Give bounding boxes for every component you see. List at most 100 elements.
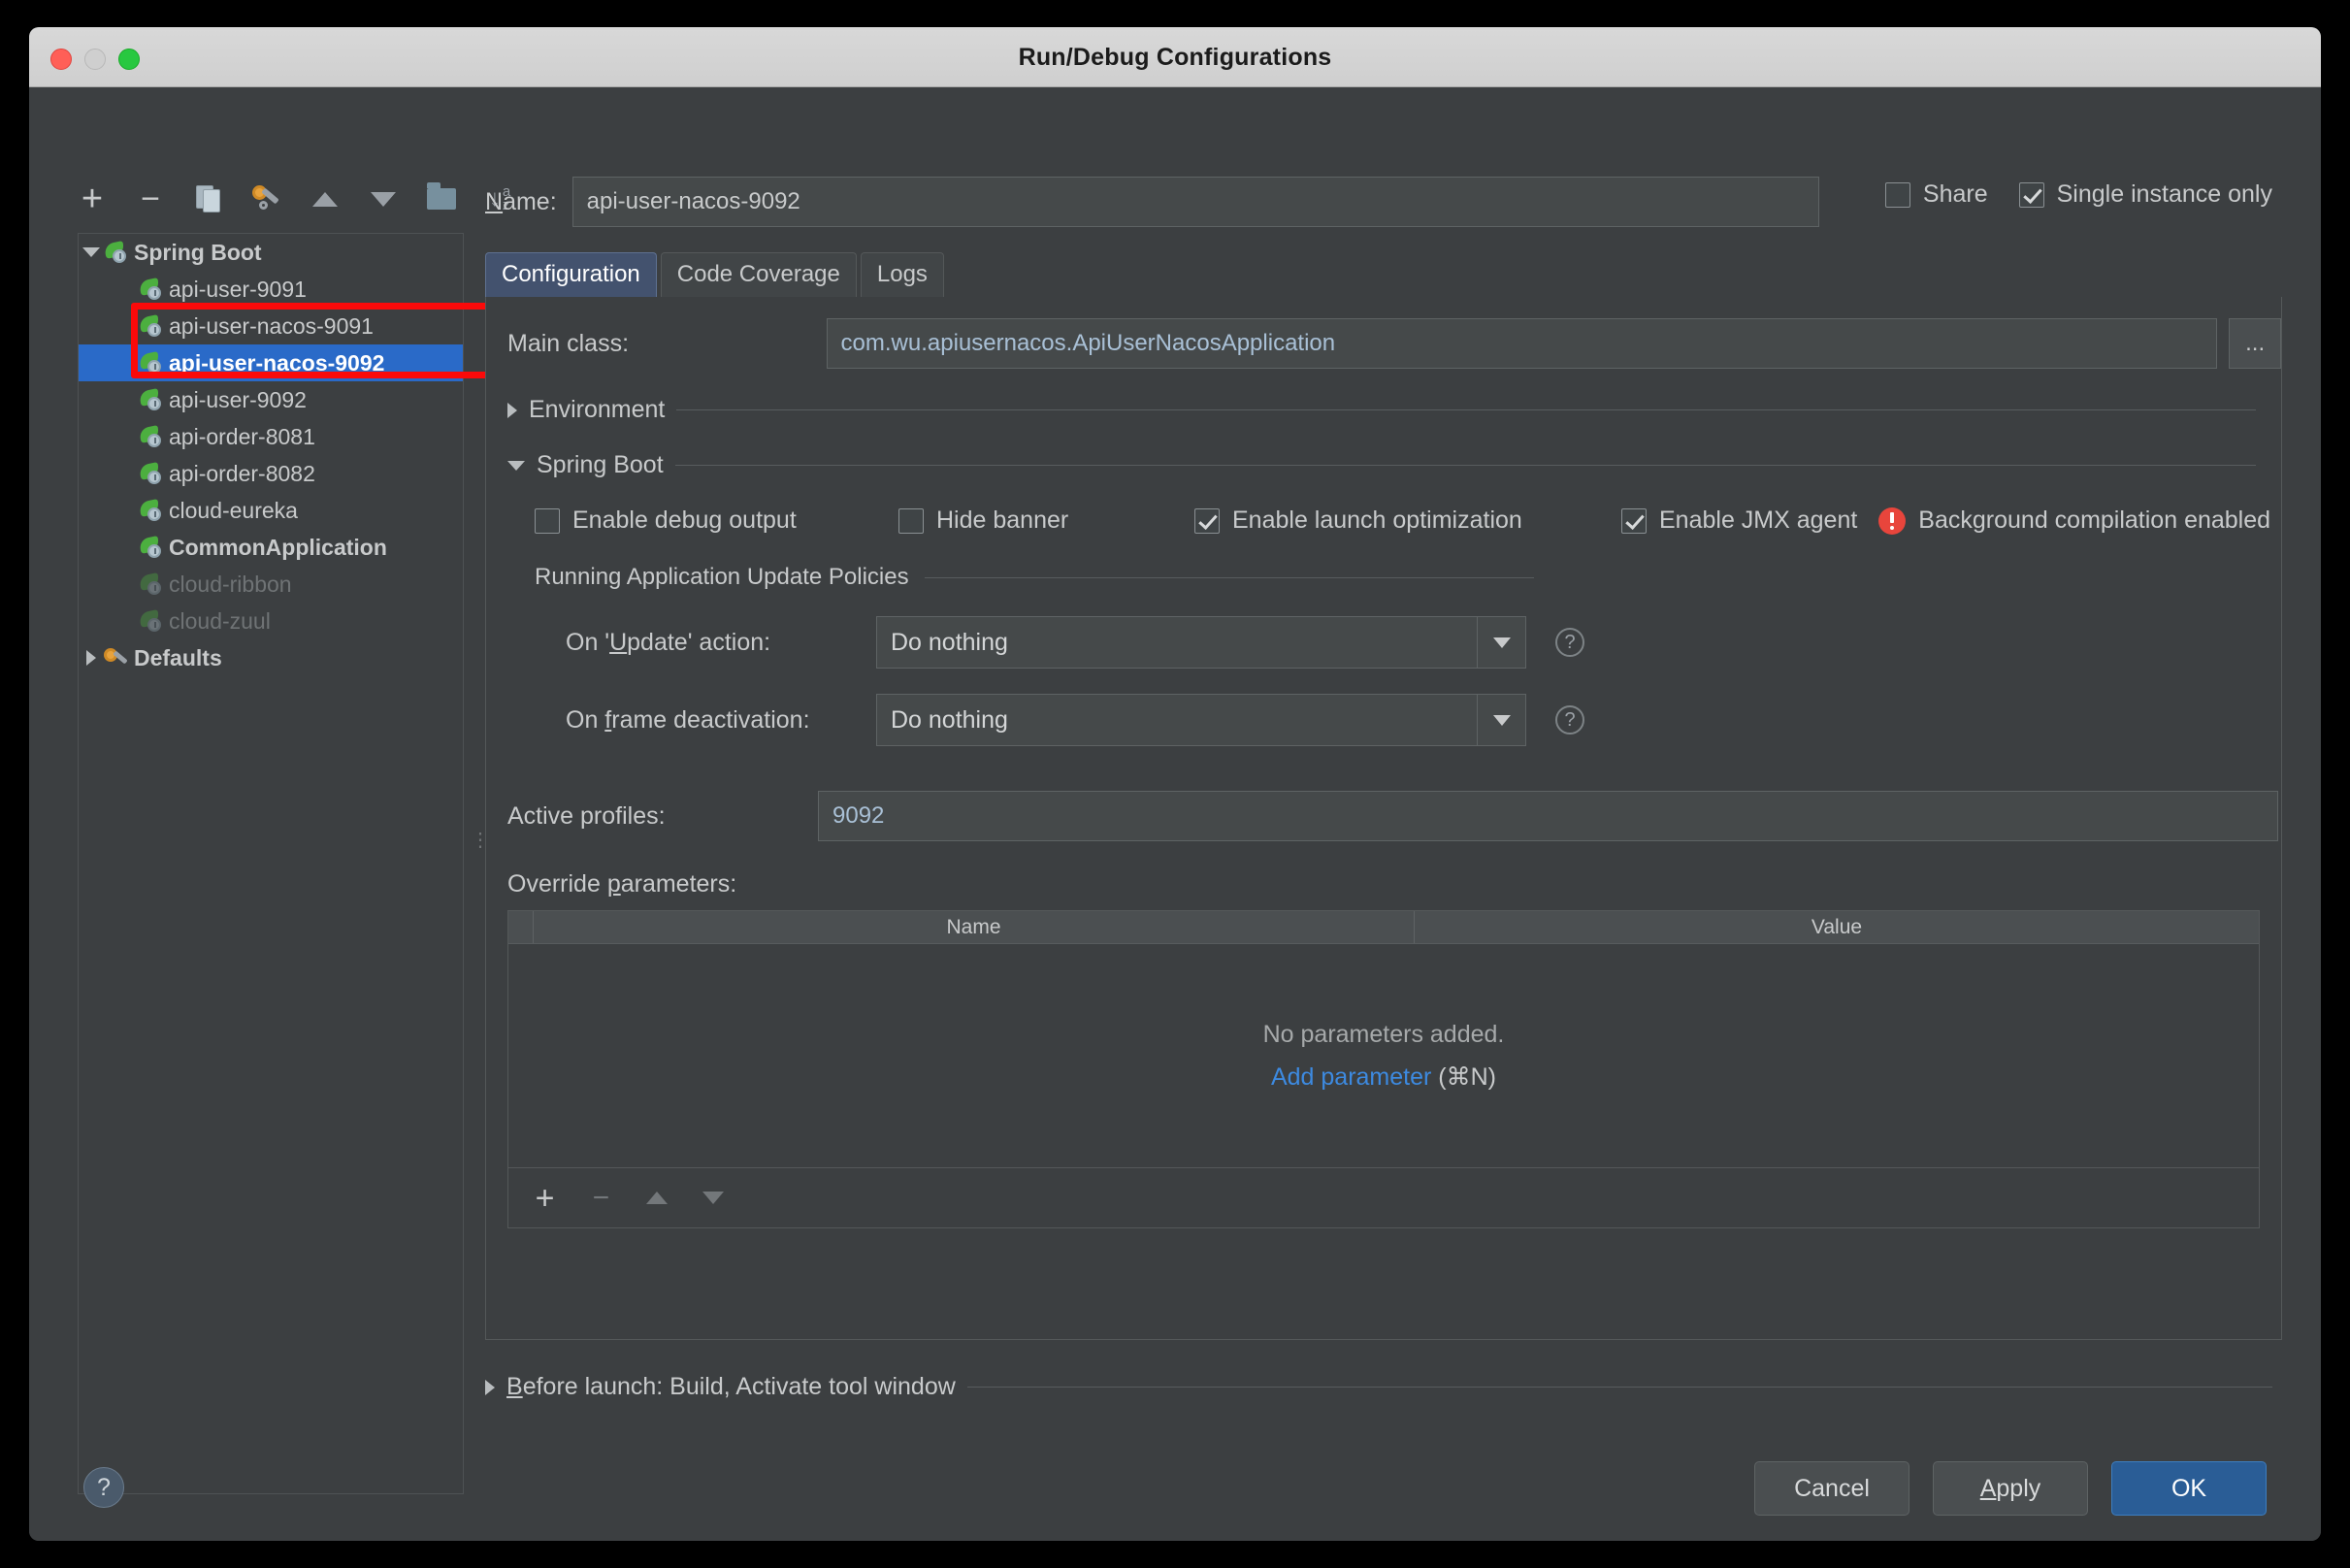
- dropdown-arrow-box[interactable]: [1477, 617, 1525, 668]
- tree-item-cloud-zuul[interactable]: cloud-zuul: [79, 603, 463, 639]
- enable-launch-optimization-row[interactable]: Enable launch optimization: [1194, 506, 1621, 535]
- before-launch-label: Before launch: Build, Activate tool wind…: [506, 1373, 956, 1400]
- tree-item-label: cloud-ribbon: [169, 571, 292, 597]
- tree-item-spring-boot[interactable]: Spring Boot: [79, 234, 463, 271]
- single-instance-checkbox-row[interactable]: Single instance only: [2018, 180, 2272, 209]
- help-button[interactable]: ?: [83, 1467, 124, 1508]
- edit-templates-button[interactable]: [250, 182, 283, 215]
- chevron-down-icon[interactable]: [79, 247, 104, 257]
- enable-jmx-agent-checkbox[interactable]: [1621, 507, 1647, 534]
- hide-banner-checkbox[interactable]: [898, 507, 924, 534]
- tree-item-defaults[interactable]: Defaults: [79, 639, 463, 676]
- section-divider: [676, 409, 2256, 410]
- spring-boot-icon: [138, 278, 164, 301]
- single-instance-checkbox[interactable]: [2018, 181, 2044, 208]
- zoom-window-button[interactable]: [118, 49, 140, 70]
- name-input[interactable]: [571, 177, 1819, 227]
- chevron-right-icon[interactable]: [79, 650, 104, 666]
- spring-boot-section-title: Spring Boot: [537, 451, 664, 478]
- on-update-action-row: On 'Update' action: Do nothing ?: [486, 616, 2281, 669]
- table-remove-button[interactable]: −: [586, 1183, 615, 1213]
- cancel-button[interactable]: Cancel: [1754, 1461, 1909, 1516]
- chevron-right-icon: [507, 402, 517, 418]
- run-debug-configurations-window: Run/Debug Configurations + − ↓ a z Sprin…: [29, 27, 2321, 1541]
- background-compilation-status: Background compilation enabled: [1878, 506, 2270, 535]
- enable-debug-output-row[interactable]: Enable debug output: [535, 506, 898, 535]
- tree-item-api-user-nacos-9091[interactable]: api-user-nacos-9091: [79, 308, 463, 344]
- spring-boot-icon: [138, 499, 164, 522]
- table-move-up-button[interactable]: [642, 1184, 671, 1213]
- selection-marker: [79, 344, 115, 381]
- enable-launch-optimization-checkbox[interactable]: [1194, 507, 1220, 534]
- add-parameter-link-text: Add parameter: [1270, 1062, 1432, 1091]
- warning-icon: [1878, 506, 1907, 535]
- enable-debug-output-checkbox[interactable]: [535, 507, 560, 534]
- tree-item-cloud-ribbon[interactable]: cloud-ribbon: [79, 566, 463, 603]
- copy-configuration-button[interactable]: [192, 182, 225, 215]
- main-class-input[interactable]: [826, 318, 2218, 369]
- tab-configuration[interactable]: Configuration: [485, 252, 657, 297]
- configurations-tree[interactable]: Spring Boot api-user-9091 api-user-nacos-9…: [78, 233, 464, 1494]
- tree-item-label: CommonApplication: [169, 534, 387, 560]
- gear-icon: [104, 646, 129, 670]
- tab-logs[interactable]: Logs: [860, 252, 944, 297]
- table-move-down-button[interactable]: [699, 1184, 728, 1213]
- tree-item-api-user-9092[interactable]: api-user-9092: [79, 381, 463, 418]
- apply-button[interactable]: Apply: [1933, 1461, 2088, 1516]
- main-class-browse-button[interactable]: ...: [2229, 318, 2281, 369]
- folder-icon: [427, 182, 456, 210]
- tree-item-api-user-nacos-9092[interactable]: api-user-nacos-9092: [79, 344, 463, 381]
- tree-item-api-order-8082[interactable]: api-order-8082: [79, 455, 463, 492]
- spring-boot-section-header[interactable]: Spring Boot: [486, 451, 2281, 479]
- before-launch-section[interactable]: Before launch: Build, Activate tool wind…: [485, 1373, 2282, 1401]
- section-divider: [966, 1387, 2272, 1388]
- dropdown-arrow-box[interactable]: [1477, 695, 1525, 745]
- table-header-row: Name Value: [508, 911, 2259, 944]
- window-body: + − ↓ a z Spring Boot api-user-9091 api-…: [29, 87, 2321, 1541]
- on-frame-deactivation-dropdown[interactable]: Do nothing: [876, 694, 1526, 746]
- tab-code-coverage[interactable]: Code Coverage: [660, 252, 857, 297]
- add-parameter-link[interactable]: Add parameter (⌘N): [1271, 1062, 1496, 1092]
- table-add-button[interactable]: +: [530, 1182, 559, 1215]
- enable-jmx-agent-row[interactable]: Enable JMX agent: [1621, 506, 1857, 535]
- tree-item-api-user-9091[interactable]: api-user-9091: [79, 271, 463, 308]
- share-checkbox-row[interactable]: Share: [1884, 180, 1988, 209]
- minimize-window-button[interactable]: [84, 49, 106, 70]
- spring-boot-icon: [138, 536, 164, 559]
- on-update-action-dropdown[interactable]: Do nothing: [876, 616, 1526, 669]
- environment-section-title: Environment: [529, 396, 666, 423]
- share-checkbox[interactable]: [1884, 181, 1910, 208]
- enable-launch-optimization-label: Enable launch optimization: [1232, 506, 1522, 534]
- add-configuration-button[interactable]: +: [76, 179, 109, 219]
- plus-icon: +: [81, 179, 104, 219]
- dialog-action-buttons: Cancel Apply OK: [1754, 1461, 2267, 1516]
- move-down-button[interactable]: [367, 182, 400, 215]
- move-up-button[interactable]: [309, 182, 342, 215]
- tree-item-commonapplication[interactable]: CommonApplication: [79, 529, 463, 566]
- spring-boot-icon: [103, 241, 129, 264]
- on-update-action-value: Do nothing: [891, 628, 1008, 656]
- group-divider: [924, 576, 1534, 578]
- environment-section-header[interactable]: Environment: [486, 396, 2281, 424]
- tree-item-cloud-eureka[interactable]: cloud-eureka: [79, 492, 463, 529]
- active-profiles-input[interactable]: [818, 791, 2278, 841]
- hide-banner-row[interactable]: Hide banner: [898, 506, 1194, 535]
- chevron-down-icon: [507, 460, 525, 471]
- traffic-lights: [50, 49, 140, 70]
- table-header-spacer: [508, 911, 534, 943]
- ok-button[interactable]: OK: [2111, 1461, 2267, 1516]
- tree-item-label: api-user-nacos-9092: [169, 349, 385, 376]
- tree-item-label: api-order-8081: [169, 423, 315, 449]
- remove-configuration-button[interactable]: −: [134, 182, 167, 215]
- window-title: Run/Debug Configurations: [1018, 44, 1332, 71]
- background-compilation-label: Background compilation enabled: [1918, 506, 2271, 534]
- on-frame-deactivation-help-icon[interactable]: ?: [1555, 705, 1584, 735]
- dialog-bottom-bar: ? Cancel Apply OK: [29, 1434, 2321, 1541]
- on-update-action-help-icon[interactable]: ?: [1555, 628, 1584, 657]
- new-folder-button[interactable]: [425, 182, 458, 215]
- tree-item-api-order-8081[interactable]: api-order-8081: [79, 418, 463, 455]
- tree-item-label: cloud-zuul: [169, 607, 271, 634]
- active-profiles-label: Active profiles:: [507, 801, 666, 830]
- arrow-up-icon: [646, 1192, 668, 1204]
- close-window-button[interactable]: [50, 49, 72, 70]
